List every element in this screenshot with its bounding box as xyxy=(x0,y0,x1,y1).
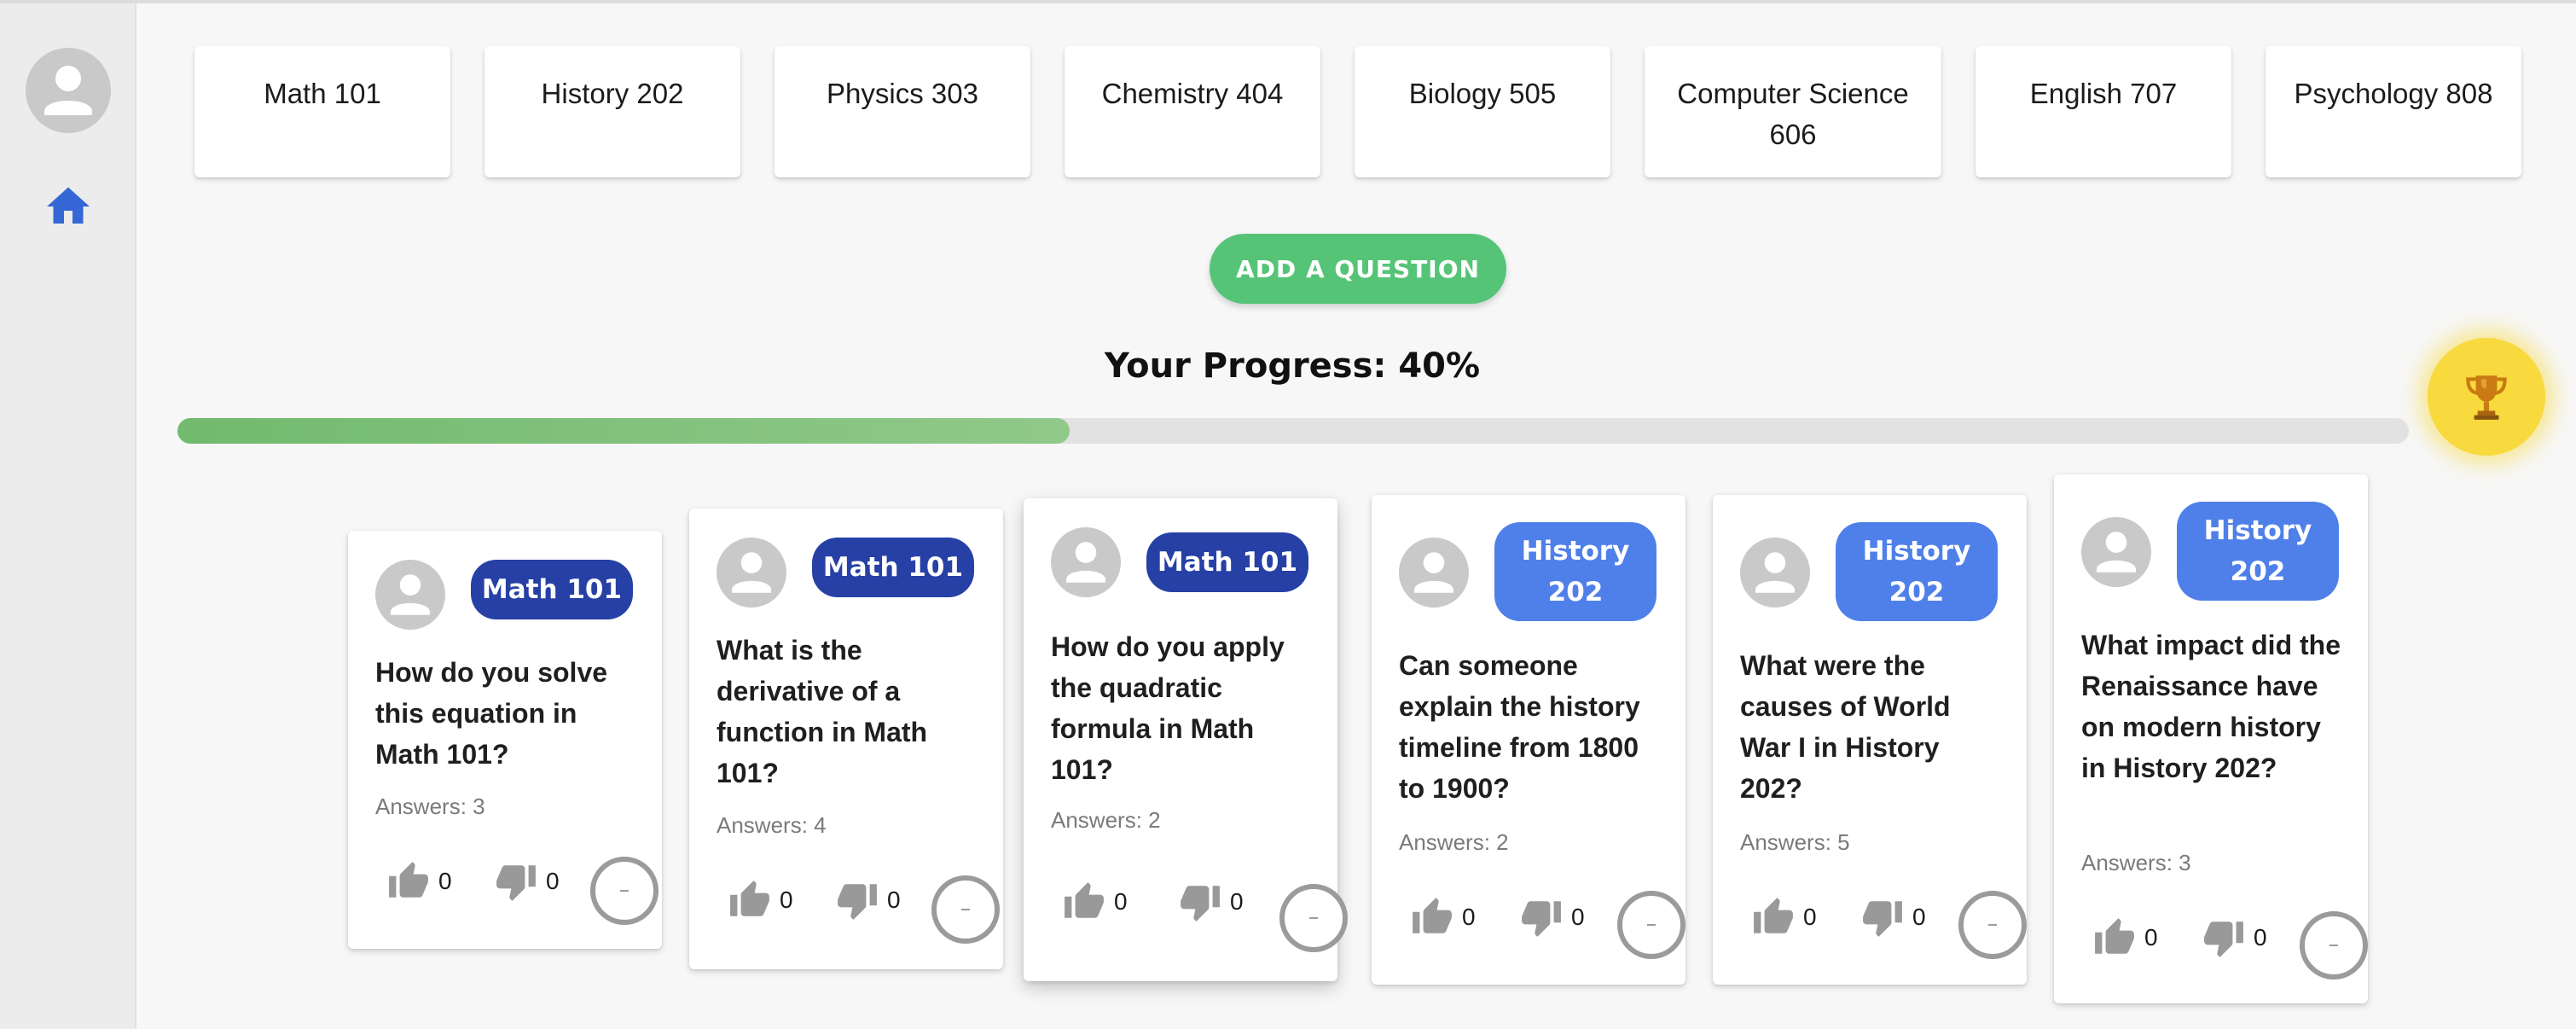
thumbs-down-icon xyxy=(1522,901,1561,937)
course-tab-physics-303[interactable]: Physics 303 xyxy=(775,46,1030,177)
avatar-icon xyxy=(1051,527,1121,597)
thumbs-down-icon xyxy=(1863,901,1902,937)
course-badge: History 202 xyxy=(1836,522,1998,621)
answers-count: Answers: 2 xyxy=(1051,807,1161,833)
add-question-button[interactable]: ADD A QUESTION xyxy=(1210,234,1506,304)
like-count: 0 xyxy=(1803,904,1817,930)
dislike-button[interactable]: 0 xyxy=(1520,896,1585,939)
avatar-icon xyxy=(1740,538,1810,608)
like-count: 0 xyxy=(780,887,793,913)
question-card[interactable]: History 202 What were the causes of Worl… xyxy=(1713,495,2027,985)
answer-circle-button[interactable] xyxy=(1958,891,2027,959)
course-badge: History 202 xyxy=(1494,522,1656,621)
top-border xyxy=(0,0,2576,3)
avatar-icon xyxy=(375,560,445,630)
dislike-button[interactable]: 0 xyxy=(836,879,901,921)
course-badge: History 202 xyxy=(2177,502,2339,601)
question-text[interactable]: How do you solve this equation in Math 1… xyxy=(375,652,640,775)
dislike-count: 0 xyxy=(546,868,560,894)
like-button[interactable]: 0 xyxy=(387,860,452,903)
thumbs-down-icon xyxy=(496,865,536,901)
question-card[interactable]: History 202 Can someone explain the hist… xyxy=(1372,495,1685,985)
dislike-count: 0 xyxy=(887,887,901,913)
answer-circle-button[interactable] xyxy=(2300,911,2368,980)
avatar-icon xyxy=(717,538,786,608)
course-tab-history-202[interactable]: History 202 xyxy=(484,46,740,177)
dislike-count: 0 xyxy=(1912,904,1926,930)
question-card[interactable]: Math 101 How do you apply the quadratic … xyxy=(1024,498,1348,981)
answers-count: Answers: 5 xyxy=(1740,829,1850,855)
thumbs-up-icon xyxy=(1413,898,1452,933)
like-count: 0 xyxy=(1114,888,1128,915)
dislike-button[interactable]: 0 xyxy=(2202,916,2267,959)
answers-count: Answers: 4 xyxy=(717,812,827,838)
progress-bar xyxy=(177,418,2409,444)
question-text[interactable]: How do you apply the quadratic formula i… xyxy=(1051,626,1315,790)
thumbs-up-icon xyxy=(2095,918,2134,954)
dislike-count: 0 xyxy=(1571,904,1585,930)
course-tab-math-101[interactable]: Math 101 xyxy=(194,46,450,177)
thumbs-up-icon xyxy=(1754,898,1793,933)
course-tab-psychology-808[interactable]: Psychology 808 xyxy=(2266,46,2521,177)
question-text[interactable]: What impact did the Renaissance have on … xyxy=(2081,625,2346,788)
like-button[interactable]: 0 xyxy=(1411,896,1476,939)
sidebar xyxy=(0,3,136,1029)
question-text[interactable]: What were the causes of World War I in H… xyxy=(1740,645,2005,809)
question-card[interactable]: Math 101 How do you solve this equation … xyxy=(348,531,662,949)
answer-circle-button[interactable] xyxy=(1279,884,1348,952)
like-count: 0 xyxy=(2144,924,2158,951)
progress-title: Your Progress: 40% xyxy=(1104,346,1481,386)
course-badge: Math 101 xyxy=(471,560,633,619)
question-card[interactable]: History 202 What impact did the Renaissa… xyxy=(2054,474,2368,1003)
home-icon[interactable] xyxy=(43,181,94,232)
answer-circle-button[interactable] xyxy=(590,857,659,925)
like-button[interactable]: 0 xyxy=(728,879,793,921)
course-tab-biology-505[interactable]: Biology 505 xyxy=(1355,46,1610,177)
answers-count: Answers: 3 xyxy=(375,794,485,819)
course-tab-chemistry-404[interactable]: Chemistry 404 xyxy=(1065,46,1320,177)
question-text[interactable]: Can someone explain the history timeline… xyxy=(1399,645,1663,809)
trophy-icon[interactable] xyxy=(2428,338,2545,456)
avatar-icon xyxy=(2081,517,2151,587)
dislike-button[interactable]: 0 xyxy=(1861,896,1926,939)
dislike-button[interactable]: 0 xyxy=(495,860,560,903)
like-button[interactable]: 0 xyxy=(1752,896,1817,939)
answers-count: Answers: 3 xyxy=(2081,850,2191,875)
dislike-count: 0 xyxy=(1230,888,1244,915)
like-count: 0 xyxy=(438,868,452,894)
dislike-button[interactable]: 0 xyxy=(1179,881,1244,923)
thumbs-up-icon xyxy=(730,881,769,916)
answers-count: Answers: 2 xyxy=(1399,829,1509,855)
answer-circle-button[interactable] xyxy=(931,875,1000,944)
answer-circle-button[interactable] xyxy=(1617,891,1685,959)
thumbs-up-icon xyxy=(1065,882,1104,918)
user-avatar-icon[interactable] xyxy=(26,48,111,133)
course-tab-computer-science-606[interactable]: Computer Science 606 xyxy=(1645,46,1941,177)
course-badge: Math 101 xyxy=(812,538,974,597)
like-button[interactable]: 0 xyxy=(1063,881,1128,923)
dislike-count: 0 xyxy=(2254,924,2267,951)
thumbs-down-icon xyxy=(1181,886,1220,921)
thumbs-down-icon xyxy=(2204,921,2243,957)
question-card[interactable]: Math 101 What is the derivative of a fun… xyxy=(689,509,1003,969)
progress-bar-fill xyxy=(177,418,1070,444)
question-text[interactable]: What is the derivative of a function in … xyxy=(717,630,981,794)
thumbs-up-icon xyxy=(389,862,428,898)
course-badge: Math 101 xyxy=(1146,532,1308,592)
thumbs-down-icon xyxy=(838,884,877,920)
avatar-icon xyxy=(1399,538,1469,608)
like-button[interactable]: 0 xyxy=(2093,916,2158,959)
course-tab-english-707[interactable]: English 707 xyxy=(1976,46,2231,177)
like-count: 0 xyxy=(1462,904,1476,930)
